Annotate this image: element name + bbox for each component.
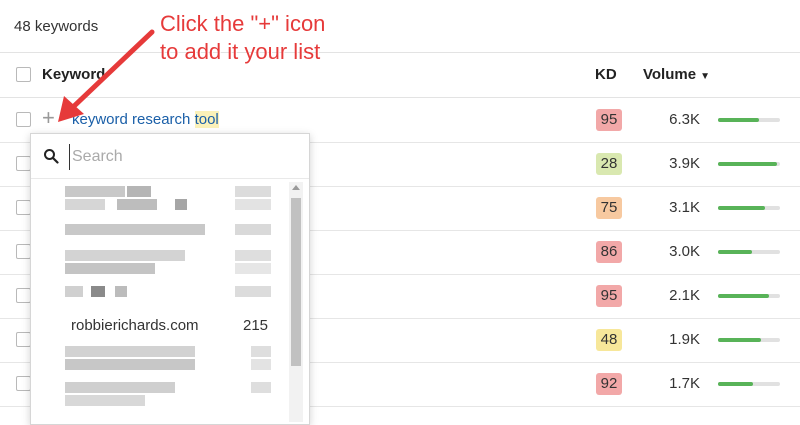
volume-bar [718,118,780,122]
volume-value: 6.3K [669,111,700,128]
instruction-annotation: Click the "+" icon to add it your list [160,10,325,66]
volume-bar [718,250,780,254]
volume-column-header[interactable]: Volume ▼ [643,66,710,83]
kd-badge: 28 [596,153,622,175]
volume-bar-fill [718,382,753,386]
search-input[interactable] [69,144,294,170]
volume-bar [718,206,780,210]
volume-bar [718,338,780,342]
volume-value: 3.0K [669,243,700,260]
add-to-list-dropdown: robbierichards.com 215 [30,133,310,425]
keyword-highlight: tool [194,111,219,128]
select-all-checkbox[interactable] [16,67,31,82]
volume-value: 2.1K [669,287,700,304]
volume-value: 3.1K [669,199,700,216]
kd-badge: 95 [596,285,622,307]
scroll-up-icon[interactable] [292,185,300,190]
annotation-line-2: to add it your list [160,39,321,64]
volume-value: 3.9K [669,155,700,172]
volume-bar-fill [718,206,766,210]
volume-bar [718,294,780,298]
volume-bar [718,162,780,166]
scrollbar-thumb[interactable] [291,198,301,366]
volume-bar [718,382,780,386]
volume-value: 1.7K [669,375,700,392]
volume-bar-fill [718,250,753,254]
arrow-annotation-icon [58,29,155,122]
sort-desc-icon: ▼ [700,71,710,82]
kd-badge: 86 [596,241,622,263]
list-item-domain[interactable]: robbierichards.com [71,317,199,334]
volume-bar-fill [718,294,769,298]
volume-bar-fill [718,118,759,122]
dropdown-scrollbar[interactable] [289,182,303,422]
volume-bar-fill [718,338,762,342]
row-checkbox[interactable] [16,200,31,215]
kd-badge: 95 [596,109,622,131]
kd-badge: 92 [596,373,622,395]
dropdown-search-row [31,134,309,179]
search-icon [44,149,59,164]
kd-badge: 75 [596,197,622,219]
row-checkbox[interactable] [16,244,31,259]
kd-column-header[interactable]: KD [595,66,617,83]
volume-header-label: Volume [643,66,697,83]
volume-bar-fill [718,162,777,166]
kd-badge: 48 [596,329,622,351]
annotation-line-1: Click the "+" icon [160,11,326,36]
row-checkbox[interactable] [16,156,31,171]
volume-value: 1.9K [669,331,700,348]
row-checkbox[interactable] [16,376,31,391]
row-checkbox[interactable] [16,112,31,127]
row-checkbox[interactable] [16,332,31,347]
row-checkbox[interactable] [16,288,31,303]
list-item-count: 215 [243,317,269,334]
